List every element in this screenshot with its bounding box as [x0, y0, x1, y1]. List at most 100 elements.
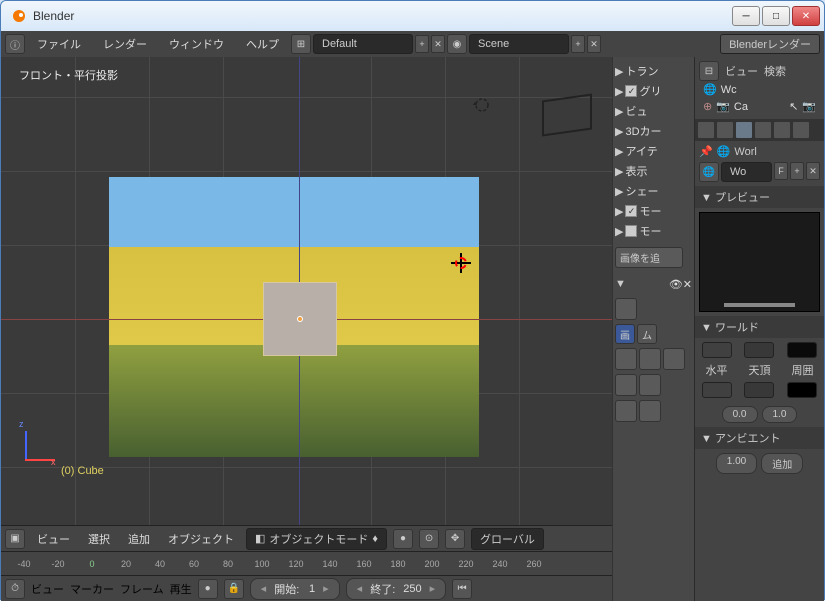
render-engine-dropdown[interactable]: Blenderレンダー: [720, 34, 820, 54]
mode-dropdown[interactable]: ◧ オブジェクトモード ♦: [246, 528, 387, 550]
eye-close-icon[interactable]: 👁✕: [669, 278, 692, 291]
render-icon[interactable]: 📷: [802, 100, 816, 113]
manipulator-icon[interactable]: ✥: [445, 529, 465, 549]
world-unlink-button[interactable]: ✕: [806, 162, 820, 180]
tab-world[interactable]: [735, 121, 753, 139]
panel-display[interactable]: ▶表示: [615, 161, 692, 181]
scene-dropdown[interactable]: Scene: [469, 34, 569, 54]
image-source-button[interactable]: 画: [615, 324, 635, 344]
world-id-field[interactable]: Wo: [721, 162, 772, 182]
cube-object[interactable]: [263, 282, 337, 356]
panel-3dcursor[interactable]: ▶3Dカー: [615, 121, 692, 141]
orientation-dropdown[interactable]: グローバル: [471, 528, 544, 550]
exposure-field[interactable]: 0.0: [722, 406, 758, 423]
bgimage-expand[interactable]: ▼👁✕: [615, 274, 692, 294]
lock-icon[interactable]: 🔒: [224, 579, 244, 599]
vp-menu-add[interactable]: 追加: [122, 531, 156, 547]
timeline-editor-icon[interactable]: ⏱: [5, 579, 25, 599]
bgimage-btn-1[interactable]: [615, 348, 637, 370]
range-field[interactable]: 1.0: [762, 406, 798, 423]
movie-source-button[interactable]: ム: [637, 324, 657, 344]
start-frame-field[interactable]: ◂開始: 1▸: [250, 578, 340, 600]
window-title: Blender: [33, 9, 732, 23]
tab-constraints[interactable]: [773, 121, 791, 139]
outliner-view-menu[interactable]: ビュー: [725, 63, 758, 79]
panel-motion1[interactable]: ▶✓モー: [615, 201, 692, 221]
tl-menu-marker[interactable]: マーカー: [70, 581, 114, 597]
shading-icon[interactable]: ●: [393, 529, 413, 549]
tab-object[interactable]: [754, 121, 772, 139]
tab-modifiers[interactable]: [792, 121, 810, 139]
menu-help[interactable]: ヘルプ: [236, 32, 289, 56]
vp-menu-object[interactable]: オブジェクト: [162, 531, 240, 547]
minimize-button[interactable]: ─: [732, 6, 760, 26]
layout-dropdown[interactable]: Default: [313, 34, 413, 54]
bgimage-btn-7[interactable]: [639, 400, 661, 422]
bgimage-source-row[interactable]: 画 ム: [615, 324, 692, 344]
ambient-color2[interactable]: [787, 382, 817, 398]
ambient-color[interactable]: [787, 342, 817, 358]
zenith-color[interactable]: [744, 342, 774, 358]
panel-transform[interactable]: ▶トラン: [615, 61, 692, 81]
outliner-camera-item[interactable]: ⊕📷Ca ↖ 📷: [699, 98, 820, 115]
outliner-world-item[interactable]: 🌐Wc: [699, 81, 820, 98]
world-browse-icon[interactable]: 🌐: [699, 162, 719, 182]
close-button[interactable]: ✕: [792, 6, 820, 26]
add-image-button[interactable]: 画像を追: [615, 247, 683, 268]
bgimage-btn-5[interactable]: [639, 374, 661, 396]
pin-icon[interactable]: 📌: [699, 145, 713, 158]
vp-menu-view[interactable]: ビュー: [31, 531, 76, 547]
scene-add-button[interactable]: +: [571, 35, 585, 53]
horizon-color[interactable]: [702, 342, 732, 358]
vp-menu-select[interactable]: 選択: [82, 531, 116, 547]
timeline-ruler[interactable]: -40 -20 0 20 40 60 80 100 120 140 160 18…: [1, 551, 612, 575]
preview-panel-header[interactable]: ▼ プレビュー: [695, 186, 824, 208]
scene-icon[interactable]: ◉: [447, 34, 467, 54]
bgimage-btn-6[interactable]: [615, 400, 637, 422]
tl-menu-playback[interactable]: 再生: [170, 581, 192, 597]
panel-item[interactable]: ▶アイテ: [615, 141, 692, 161]
ambient-panel-header[interactable]: ▼ アンビエント: [695, 427, 824, 449]
ambient-factor-field[interactable]: 1.00: [716, 453, 757, 474]
bgimage-up-button[interactable]: [615, 298, 637, 320]
breadcrumb[interactable]: Worl: [734, 146, 756, 158]
properties-region: ⊟ ビュー 検索 🌐Wc ⊕📷Ca ↖ 📷: [694, 57, 824, 601]
bgimage-btn-4[interactable]: [615, 374, 637, 396]
tab-render[interactable]: [697, 121, 715, 139]
world-panel-header[interactable]: ▼ ワールド: [695, 316, 824, 338]
maximize-button[interactable]: □: [762, 6, 790, 26]
horizon-color2[interactable]: [702, 382, 732, 398]
bgimage-btn-3[interactable]: [663, 348, 685, 370]
3d-viewport[interactable]: フロント・平行投影 z x (0) Cube: [1, 57, 612, 525]
scene-delete-button[interactable]: ✕: [587, 35, 601, 53]
cursor-icon[interactable]: ↖: [789, 100, 798, 113]
auto-keyframe-icon[interactable]: ●: [198, 579, 218, 599]
tl-menu-frame[interactable]: フレーム: [120, 581, 164, 597]
panel-view[interactable]: ▶ビュ: [615, 101, 692, 121]
pivot-icon[interactable]: ⊙: [419, 529, 439, 549]
panel-motion2[interactable]: ▶モー: [615, 221, 692, 241]
viewport-editor-icon[interactable]: ▣: [5, 529, 25, 549]
ambient-add-dropdown[interactable]: 追加: [761, 453, 803, 474]
bgimage-btn-2[interactable]: [639, 348, 661, 370]
tl-menu-view[interactable]: ビュー: [31, 581, 64, 597]
menu-file[interactable]: ファイル: [27, 32, 91, 56]
editor-type-icon[interactable]: ⓘ: [5, 34, 25, 54]
panel-grid[interactable]: ▶✓グリ: [615, 81, 692, 101]
screen-layout-icon[interactable]: ⊞: [291, 34, 311, 54]
tab-scene[interactable]: [716, 121, 734, 139]
outliner-search[interactable]: 検索: [764, 63, 786, 79]
world-add-button[interactable]: +: [790, 162, 804, 180]
end-frame-field[interactable]: ◂終了: 250▸: [346, 578, 446, 600]
timeline-tick: -40: [7, 559, 41, 569]
layout-delete-button[interactable]: ✕: [431, 35, 445, 53]
world-preview: [699, 212, 820, 312]
menu-render[interactable]: レンダー: [93, 32, 157, 56]
menu-window[interactable]: ウィンドウ: [159, 32, 234, 56]
layout-add-button[interactable]: +: [415, 35, 429, 53]
outliner-editor-icon[interactable]: ⊟: [699, 61, 719, 81]
jump-start-icon[interactable]: ⏮: [452, 579, 472, 599]
zenith-color2[interactable]: [744, 382, 774, 398]
panel-shading[interactable]: ▶シェー: [615, 181, 692, 201]
world-fakeuser-button[interactable]: F: [774, 162, 788, 180]
